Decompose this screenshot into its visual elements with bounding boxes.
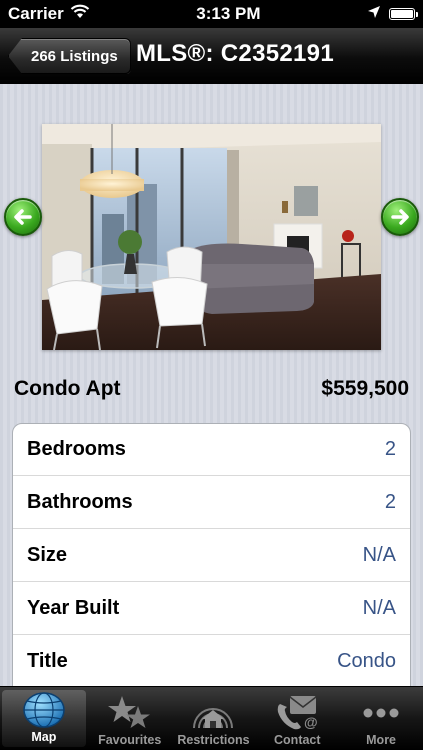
- house-signal-icon: [190, 693, 236, 733]
- tab-map[interactable]: Map: [2, 690, 86, 747]
- listing-details-table: Bedrooms 2 Bathrooms 2 Size N/A Year Bui…: [12, 423, 411, 686]
- detail-row-year-built: Year Built N/A: [13, 582, 410, 635]
- property-type: Condo Apt: [14, 377, 121, 400]
- tab-label: Map: [31, 730, 57, 744]
- tab-label: Restrictions: [177, 733, 250, 747]
- listing-summary: Condo Apt $559,500: [14, 377, 409, 401]
- detail-row-title: Title Condo: [13, 635, 410, 686]
- tab-restrictions[interactable]: Restrictions: [172, 687, 256, 750]
- condo-living-room-photo: [42, 124, 381, 350]
- status-bar: Carrier 3:13 PM: [0, 0, 423, 28]
- listing-price: $559,500: [321, 377, 409, 400]
- tab-label: Contact: [274, 733, 321, 747]
- arrow-left-icon: [14, 209, 32, 225]
- back-button[interactable]: 266 Listings: [8, 38, 131, 74]
- wifi-icon: [70, 4, 90, 24]
- battery-level: [390, 10, 413, 18]
- listing-detail-content[interactable]: Condo Apt $559,500 Bedrooms 2 Bathrooms …: [0, 84, 423, 686]
- detail-label: Title: [27, 649, 68, 672]
- tab-favourites[interactable]: Favourites: [88, 687, 172, 750]
- tab-label: More: [366, 733, 397, 747]
- stars-icon: [107, 693, 152, 733]
- listing-photo[interactable]: [42, 124, 381, 350]
- detail-value: 2: [384, 438, 396, 460]
- svg-text:@: @: [304, 714, 318, 730]
- page-title: MLS®: C2352191: [136, 40, 334, 67]
- more-dots-icon: [359, 693, 403, 733]
- next-photo-button[interactable]: [381, 198, 419, 236]
- detail-value: Condo: [337, 649, 396, 672]
- battery-icon: [388, 8, 418, 20]
- detail-value: N/A: [362, 543, 396, 566]
- location-arrow-icon: [367, 4, 381, 24]
- detail-value: N/A: [362, 596, 396, 619]
- detail-label: Year Built: [27, 596, 120, 619]
- detail-label: Bedrooms: [27, 438, 126, 460]
- detail-row-bedrooms: Bedrooms 2: [13, 424, 410, 476]
- detail-label: Bathrooms: [27, 490, 133, 513]
- detail-label: Size: [27, 543, 68, 566]
- detail-row-size: Size N/A: [13, 529, 410, 582]
- clock: 3:13 PM: [196, 4, 261, 23]
- tab-contact[interactable]: @ Contact: [255, 687, 339, 750]
- back-button-label: 266 Listings: [31, 47, 118, 65]
- previous-photo-button[interactable]: [4, 198, 42, 236]
- arrow-right-icon: [391, 209, 409, 225]
- tab-more[interactable]: More: [339, 687, 423, 750]
- tab-label: Favourites: [98, 733, 162, 747]
- carrier-label: Carrier: [8, 4, 64, 23]
- detail-value: 2: [384, 490, 396, 513]
- detail-row-bathrooms: Bathrooms 2: [13, 476, 410, 529]
- phone-mail-icon: @: [274, 693, 320, 733]
- tab-bar: Map Favourites Restrictions @ Contact Mo…: [0, 686, 423, 750]
- navigation-bar: 266 Listings MLS®: C2352191: [0, 28, 423, 84]
- globe-icon: [21, 690, 67, 730]
